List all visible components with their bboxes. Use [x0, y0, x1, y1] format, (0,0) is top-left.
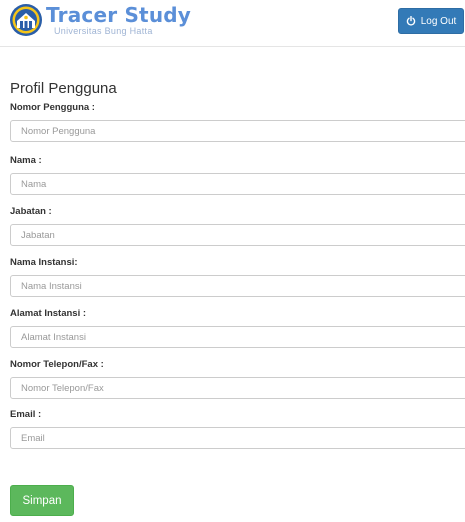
brand-title: Tracer Study: [46, 3, 192, 27]
brand-text: Tracer Study Universitas Bung Hatta: [46, 4, 191, 36]
field-nama: Nama :: [10, 155, 465, 195]
field-jabatan: Jabatan :: [10, 206, 465, 246]
university-seal-icon: [10, 4, 42, 36]
field-email: Email :: [10, 409, 465, 449]
field-label: Nomor Telepon/Fax :: [10, 359, 104, 370]
nomor-pengguna-input[interactable]: [10, 120, 465, 142]
email-input[interactable]: [10, 427, 465, 449]
page-title: Profil Pengguna: [10, 80, 117, 97]
field-alamat-instansi: Alamat Instansi :: [10, 308, 465, 348]
field-label: Nomor Pengguna :: [10, 102, 95, 113]
field-nomor-telepon-fax: Nomor Telepon/Fax :: [10, 359, 465, 399]
power-icon: [406, 16, 415, 26]
field-label: Jabatan :: [10, 206, 52, 217]
field-nama-instansi: Nama Instansi:: [10, 257, 465, 297]
field-label: Nama :: [10, 155, 42, 166]
brand-subtitle: Universitas Bung Hatta: [54, 26, 153, 36]
jabatan-input[interactable]: [10, 224, 465, 246]
alamat-instansi-input[interactable]: [10, 326, 465, 348]
nomor-telepon-fax-input[interactable]: [10, 377, 465, 399]
brand[interactable]: Tracer Study Universitas Bung Hatta: [9, 3, 191, 37]
logout-button[interactable]: Log Out: [398, 8, 464, 34]
field-label: Nama Instansi:: [10, 257, 78, 268]
save-button[interactable]: Simpan: [10, 485, 74, 516]
field-label: Email :: [10, 409, 42, 420]
field-label: Alamat Instansi :: [10, 308, 87, 319]
top-navbar: Tracer Study Universitas Bung Hatta Log …: [0, 0, 465, 47]
field-nomor-pengguna: Nomor Pengguna :: [10, 102, 465, 142]
nama-instansi-input[interactable]: [10, 275, 465, 297]
profile-page: Tracer Study Universitas Bung Hatta Log …: [0, 0, 465, 522]
logout-label: Log Out: [420, 15, 457, 27]
nama-input[interactable]: [10, 173, 465, 195]
